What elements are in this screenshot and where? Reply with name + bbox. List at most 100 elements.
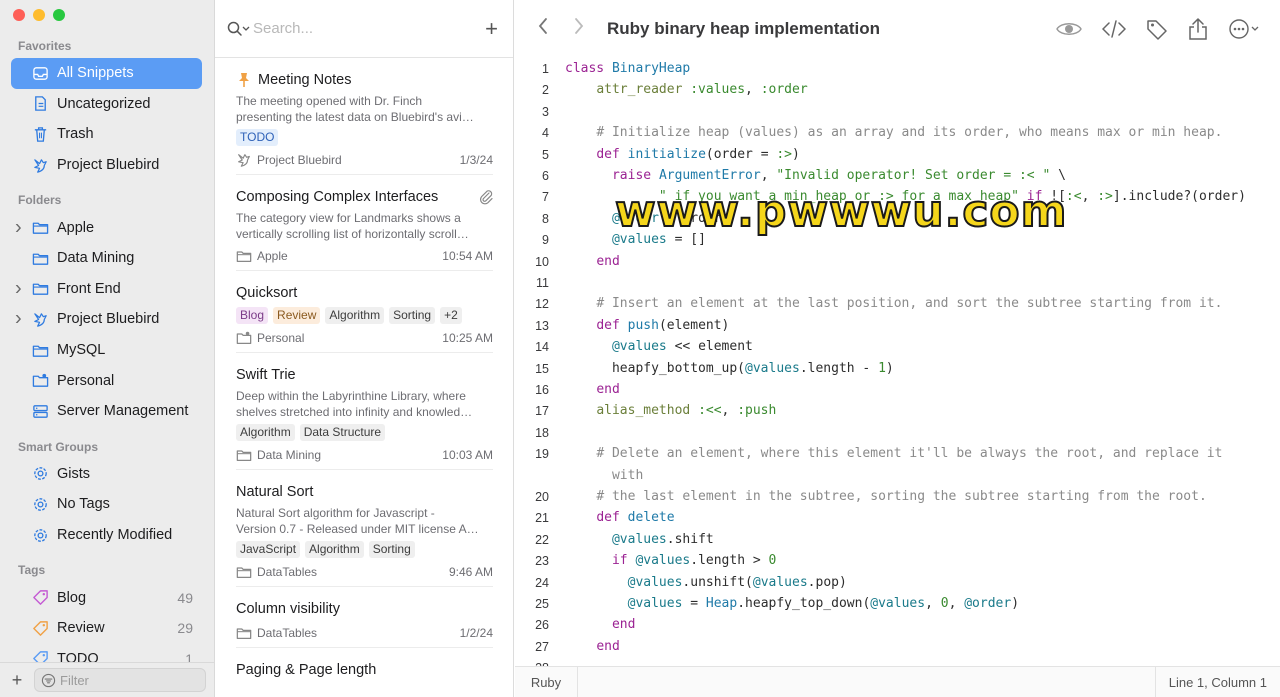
code-editor[interactable]: 1 class BinaryHeap 2 attr_reader :values, … xyxy=(515,58,1280,666)
snippet-card[interactable]: Paging & Page length xyxy=(236,648,493,697)
code-line[interactable]: end xyxy=(565,617,635,632)
code-line[interactable]: # Delete an element, where this element … xyxy=(565,446,1222,461)
back-button[interactable] xyxy=(527,17,559,41)
sidebar: Favorites All Snippets Uncategorized Trash P… xyxy=(0,0,215,697)
sidebar-item-server-management[interactable]: Server Management xyxy=(11,396,202,427)
tag-chip[interactable]: Algorithm xyxy=(305,541,364,558)
tag-chip[interactable]: Sorting xyxy=(389,307,436,324)
tag-icon xyxy=(31,619,49,637)
code-line[interactable]: attr_reader :values, :order xyxy=(565,82,807,97)
sidebar-item-label: Project Bluebird xyxy=(57,311,160,328)
sidebar-item-front-end[interactable]: › Front End xyxy=(11,274,202,305)
code-line[interactable]: @values.shift xyxy=(565,532,714,547)
code-line[interactable]: end xyxy=(565,382,619,397)
sidebar-item-uncategorized[interactable]: Uncategorized xyxy=(11,89,202,120)
tag-chip[interactable]: Review xyxy=(273,307,321,324)
code-line[interactable]: end xyxy=(565,254,619,269)
sidebar-item-todo[interactable]: TODO 1 xyxy=(11,644,202,662)
code-line[interactable]: raise ArgumentError, "Invalid operator! … xyxy=(565,168,1066,183)
code-line[interactable]: # Insert an element at the last position… xyxy=(565,296,1222,311)
sidebar-item-no-tags[interactable]: No Tags xyxy=(11,489,202,520)
code-line[interactable]: @values = Heap.heapfy_top_down(@values, … xyxy=(565,596,1019,611)
editor-toolbar xyxy=(1056,18,1260,40)
code-line[interactable]: # Initialize heap (values) as an array a… xyxy=(565,125,1222,140)
forward-button[interactable] xyxy=(563,17,595,41)
chevron-right-icon[interactable]: › xyxy=(15,216,22,239)
code-line[interactable]: alias_method :<<, :push xyxy=(565,403,776,418)
chevron-right-icon[interactable]: › xyxy=(15,308,22,331)
sidebar-item-recently-modified[interactable]: Recently Modified xyxy=(11,520,202,551)
code-line[interactable]: with xyxy=(565,468,643,483)
code-line[interactable]: @values.unshift(@values.pop) xyxy=(565,575,847,590)
window-controls xyxy=(13,9,65,21)
code-line[interactable]: def push(element) xyxy=(565,318,729,333)
filter-field[interactable] xyxy=(34,668,206,692)
share-icon[interactable] xyxy=(1188,18,1208,40)
tag-chip[interactable]: Algorithm xyxy=(325,307,385,324)
code-line[interactable]: if @values.length > 0 xyxy=(565,553,776,568)
snippet-cards: Meeting Notes The meeting opened with Dr.… xyxy=(215,58,513,697)
sidebar-item-review[interactable]: Review 29 xyxy=(11,613,202,644)
sidebar-item-blog[interactable]: Blog 49 xyxy=(11,582,202,613)
tag-chip[interactable]: Blog xyxy=(236,307,269,324)
tag-icon[interactable] xyxy=(1146,18,1168,40)
more-options-icon[interactable] xyxy=(1228,18,1260,40)
code-line[interactable]: def delete xyxy=(565,510,674,525)
code-line[interactable]: def initialize(order = :>) xyxy=(565,147,800,162)
snippet-card-footer: Personal 10:25 AM xyxy=(236,324,493,352)
snippet-card[interactable]: Natural Sort Natural Sort algorithm for J… xyxy=(236,470,493,587)
sidebar-item-all-snippets[interactable]: All Snippets xyxy=(11,58,202,89)
add-folder-button[interactable]: + xyxy=(0,670,34,691)
sidebar-item-mysql[interactable]: MySQL xyxy=(11,335,202,366)
new-snippet-button[interactable]: + xyxy=(485,16,498,42)
snippet-card[interactable]: Quicksort Blog Review Algorithm Sorting +2 Per… xyxy=(236,271,493,353)
snippet-card-footer: DataTables 1/2/24 xyxy=(236,619,493,647)
line-number: 11 xyxy=(536,276,549,290)
code-line[interactable]: end xyxy=(565,639,619,654)
language-selector[interactable]: Ruby xyxy=(515,666,578,697)
snippet-card[interactable]: Composing Complex Interfaces The category… xyxy=(236,175,493,271)
sidebar-item-personal[interactable]: Personal xyxy=(11,365,202,396)
folder-person-icon xyxy=(236,330,252,346)
tag-chip[interactable]: Algorithm xyxy=(236,424,295,441)
code-line[interactable]: class BinaryHeap xyxy=(565,61,690,76)
snippet-title[interactable]: Ruby binary heap implementation xyxy=(607,19,880,39)
line-number: 6 xyxy=(542,169,549,183)
code-line[interactable]: # the last element in the subtree, sorti… xyxy=(565,489,1206,504)
tag-chip[interactable]: Sorting xyxy=(368,541,415,558)
code-line[interactable]: @values << element xyxy=(565,339,753,354)
paperclip-icon xyxy=(479,190,493,205)
line-number: 24 xyxy=(535,575,549,590)
tag-chip[interactable]: +2 xyxy=(440,307,462,324)
tag-chip[interactable]: TODO xyxy=(236,129,279,146)
snippet-card[interactable]: Swift Trie Deep within the Labyrinthine L… xyxy=(236,353,493,470)
snippet-card[interactable]: Meeting Notes The meeting opened with Dr.… xyxy=(236,58,493,175)
zoom-window-button[interactable] xyxy=(53,9,65,21)
search-input[interactable] xyxy=(253,20,453,37)
chevron-right-icon[interactable]: › xyxy=(15,277,22,300)
sidebar-item-apple[interactable]: › Apple xyxy=(11,212,202,243)
folders-section-title: Folders xyxy=(18,193,62,208)
tag-chip[interactable]: JavaScript xyxy=(236,541,301,558)
snippet-card-title: Meeting Notes xyxy=(236,70,493,90)
tag-chip[interactable]: Data Structure xyxy=(299,424,386,441)
snippet-card[interactable]: Column visibility DataTables 1/2/24 xyxy=(236,587,493,648)
snippet-card-folder: Project Bluebird xyxy=(257,153,342,167)
line-number: 23 xyxy=(535,554,549,569)
minimize-window-button[interactable] xyxy=(33,9,45,21)
search-icon[interactable] xyxy=(227,21,253,37)
sidebar-item-project-bluebird[interactable]: › Project Bluebird xyxy=(11,304,202,335)
line-number: 5 xyxy=(542,147,549,162)
sidebar-item-trash[interactable]: Trash xyxy=(11,119,202,150)
eye-icon[interactable] xyxy=(1056,20,1082,38)
filter-input[interactable] xyxy=(60,672,200,688)
sidebar-item-project-bluebird[interactable]: Project Bluebird xyxy=(11,150,202,181)
snippet-card-footer: DataTables 9:46 AM xyxy=(236,558,493,586)
sidebar-item-data-mining[interactable]: Data Mining xyxy=(11,243,202,274)
snippet-card-preview: The meeting opened with Dr. Finch present… xyxy=(236,94,474,124)
code-icon[interactable] xyxy=(1102,20,1126,38)
close-window-button[interactable] xyxy=(13,9,25,21)
sidebar-item-gists[interactable]: Gists xyxy=(11,459,202,490)
pin-icon xyxy=(239,73,249,87)
code-line[interactable]: heapfy_bottom_up(@values.length - 1) xyxy=(565,361,894,376)
